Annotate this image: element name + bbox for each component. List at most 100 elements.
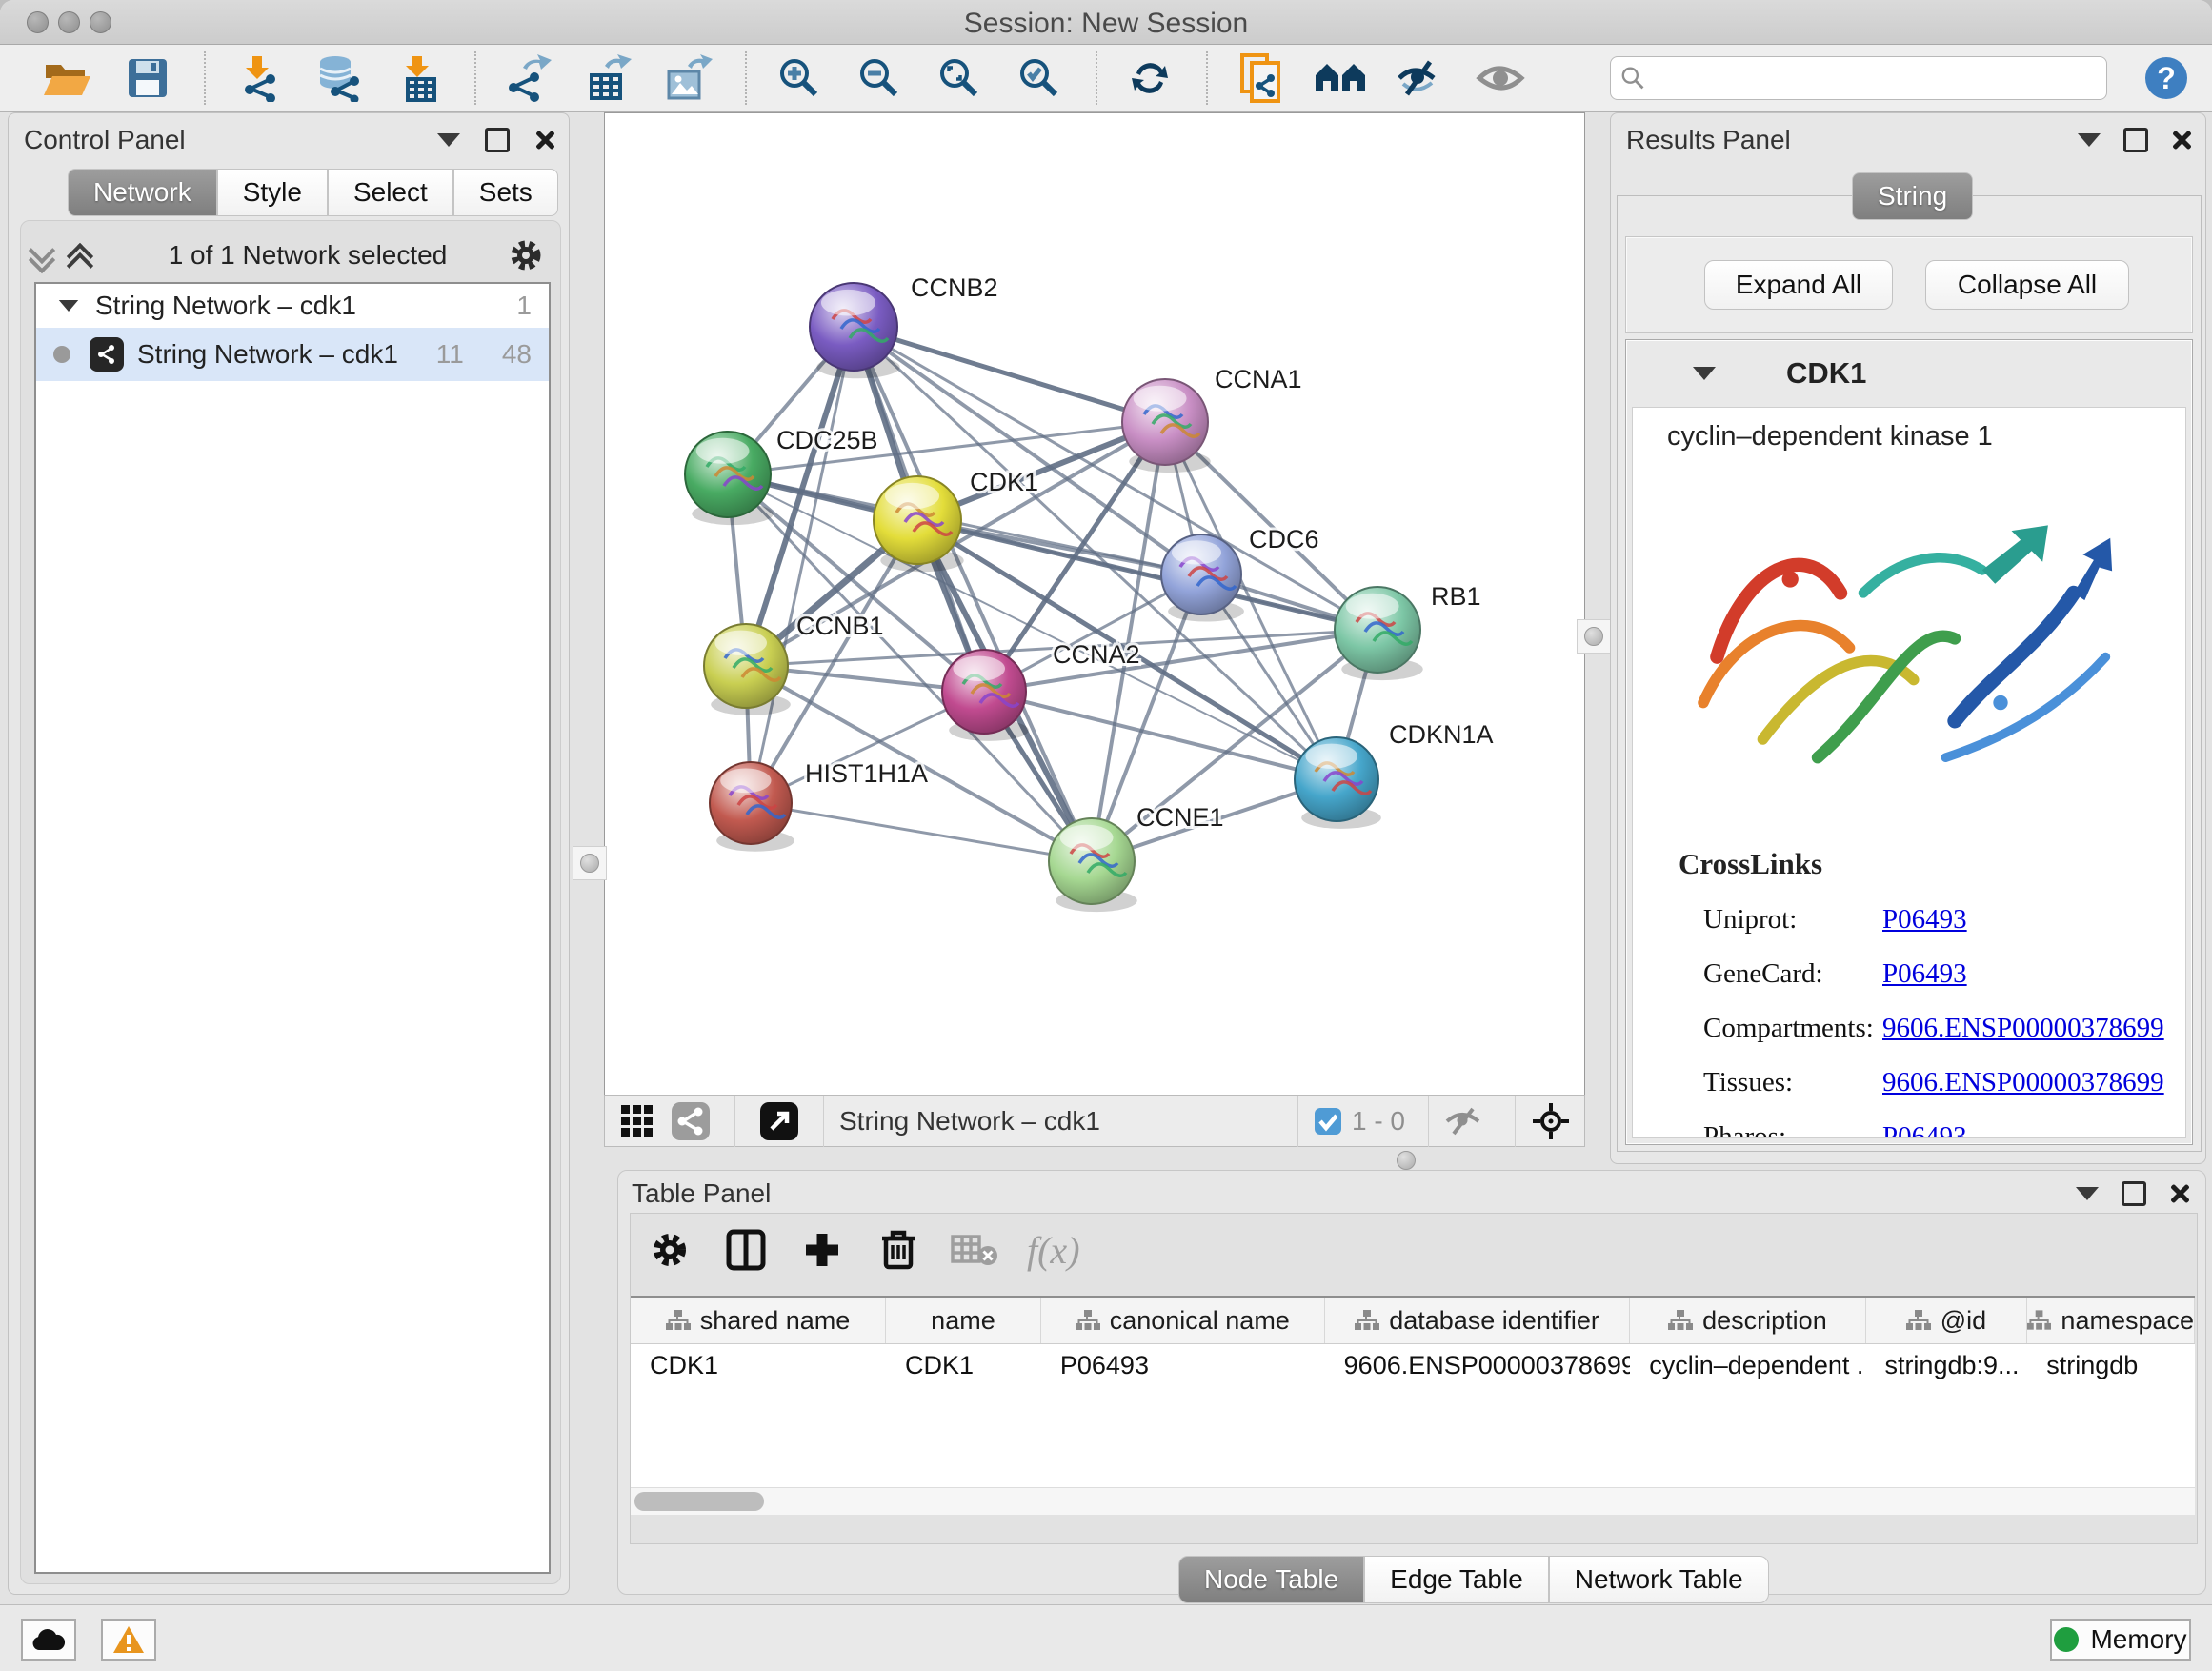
network-node-CCNE1[interactable] [1049,818,1137,912]
column-header-database-identifier[interactable]: database identifier [1325,1298,1631,1343]
network-node-CCNA1[interactable] [1122,379,1211,473]
cloud-status-button[interactable] [21,1619,76,1661]
close-panel-icon[interactable] [2169,1183,2190,1204]
network-canvas[interactable]: CCNB2CCNA1CDC25BCDK1CDC6RB1CCNB1CCNA2CDK… [604,112,1585,1096]
tab-network-table[interactable]: Network Table [1549,1556,1769,1603]
show-all-button[interactable] [1473,50,1528,106]
detach-view-button[interactable] [758,1100,800,1142]
show-column-button[interactable] [722,1226,770,1274]
crosslink-uniprot-link[interactable]: P06493 [1882,904,1967,935]
search-input[interactable] [1645,63,2097,94]
save-session-button[interactable] [120,50,175,106]
right-splitter-handle[interactable] [1577,619,1611,654]
export-network-button[interactable] [501,50,556,106]
column-header--id[interactable]: @id [1866,1298,2028,1343]
column-header-name[interactable]: name [886,1298,1041,1343]
tab-network[interactable]: Network [68,169,217,216]
network-edge-CCNB2-HIST1H1A[interactable] [751,327,854,803]
zoom-out-button[interactable] [852,50,907,106]
tab-sets[interactable]: Sets [453,169,558,216]
tab-style[interactable]: Style [217,169,328,216]
column-header-label: namespace [2061,1306,2194,1336]
column-tree-icon [1906,1309,1931,1332]
table-row[interactable]: CDK1CDK1P064939606.ENSP00000378699cyclin… [631,1344,2195,1386]
network-collection-row[interactable]: String Network – cdk1 1 [36,284,549,328]
import-network-from-database-button[interactable] [311,50,366,106]
panel-menu-icon[interactable] [437,133,460,147]
collapse-all-icon[interactable] [30,243,55,268]
first-neighbors-button[interactable] [1313,50,1368,106]
network-node-CCNB1[interactable] [704,624,791,715]
tab-string-results[interactable]: String [1852,172,1973,220]
expand-all-icon[interactable] [69,243,93,268]
export-image-button[interactable] [661,50,716,106]
tab-edge-table[interactable]: Edge Table [1364,1556,1549,1603]
import-network-from-file-button[interactable] [231,50,286,106]
float-panel-icon[interactable] [2123,128,2148,152]
table-horizontal-scrollbar[interactable] [631,1487,2195,1515]
update-network-button[interactable] [1122,50,1177,106]
selected-nodes-checkbox[interactable] [1314,1107,1342,1136]
network-node-CDC6[interactable] [1161,534,1244,622]
node-table: shared namenamecanonical namedatabase id… [631,1296,2195,1515]
clone-network-button[interactable] [1233,50,1288,106]
column-header-canonical-name[interactable]: canonical name [1041,1298,1325,1343]
crosslink-compartments-link[interactable]: 9606.ENSP00000378699 [1882,1013,2164,1043]
open-session-button[interactable] [40,50,95,106]
network-node-CDKN1A[interactable] [1295,737,1381,829]
collapse-all-button[interactable]: Collapse All [1925,260,2129,310]
share-icon [672,1102,710,1140]
float-panel-icon[interactable] [485,128,510,152]
delete-column-button[interactable] [875,1226,922,1274]
network-node-CDK1[interactable] [874,476,964,572]
network-overview-toggle[interactable] [670,1100,712,1142]
results-panel-title: Results Panel [1626,125,1791,155]
birds-eye-view-button[interactable] [616,1100,658,1142]
gene-card-header[interactable]: CDK1 [1628,342,2188,405]
hidden-elements-icon[interactable] [1444,1107,1482,1136]
network-node-RB1[interactable] [1335,587,1423,680]
crosslink-genecard-link[interactable]: P06493 [1882,958,1967,989]
crosslink-pharos-link[interactable]: P06493 [1882,1121,1967,1138]
close-panel-icon[interactable] [2171,130,2192,151]
zoom-in-button[interactable] [772,50,827,106]
float-panel-icon[interactable] [2122,1181,2146,1206]
hide-selected-button[interactable] [1393,50,1448,106]
crosslink-tissues-link[interactable]: 9606.ENSP00000378699 [1882,1067,2164,1097]
fit-selected-crosshair-icon[interactable] [1531,1101,1571,1141]
delete-table-button[interactable] [951,1226,998,1274]
network-node-CCNA2[interactable] [942,650,1029,741]
network-graph[interactable]: CCNB2CCNA1CDC25BCDK1CDC6RB1CCNB1CCNA2CDK… [605,113,1584,1095]
column-header-shared-name[interactable]: shared name [631,1298,886,1343]
create-column-button[interactable] [798,1226,846,1274]
bottom-splitter-handle[interactable] [1389,1150,1423,1171]
network-node-HIST1H1A[interactable] [710,762,794,852]
panel-menu-icon[interactable] [2076,1187,2099,1200]
help-button[interactable]: ? [2145,57,2187,99]
network-edge-CCNB2-CCNA1[interactable] [854,327,1165,422]
tab-node-table[interactable]: Node Table [1178,1556,1364,1603]
network-node-CDC25B[interactable] [685,432,774,525]
import-table-from-file-button[interactable] [391,50,446,106]
gene-expander-icon[interactable] [1693,367,1716,380]
memory-button[interactable]: Memory [2050,1619,2191,1661]
left-splitter-handle[interactable] [573,846,607,880]
table-options-button[interactable] [646,1226,694,1274]
zoom-fit-button[interactable] [932,50,987,106]
network-options-gear-icon[interactable] [509,238,543,272]
export-table-button[interactable] [581,50,636,106]
collection-expander-icon[interactable] [59,300,78,312]
column-header-namespace[interactable]: namespace [2027,1298,2195,1343]
tab-select[interactable]: Select [328,169,453,216]
zoom-selected-button[interactable] [1012,50,1067,106]
expand-all-button[interactable]: Expand All [1704,260,1893,310]
panel-menu-icon[interactable] [2078,133,2101,147]
network-row-selected[interactable]: String Network – cdk1 11 48 [36,328,549,381]
column-header-description[interactable]: description [1630,1298,1865,1343]
close-panel-icon[interactable] [534,130,555,151]
network-node-CCNB2[interactable] [810,283,900,378]
function-builder-button[interactable]: f(x) [1027,1228,1080,1273]
table-panel-title: Table Panel [632,1178,771,1209]
scrollbar-thumb[interactable] [634,1492,764,1511]
warnings-button[interactable] [101,1619,156,1661]
